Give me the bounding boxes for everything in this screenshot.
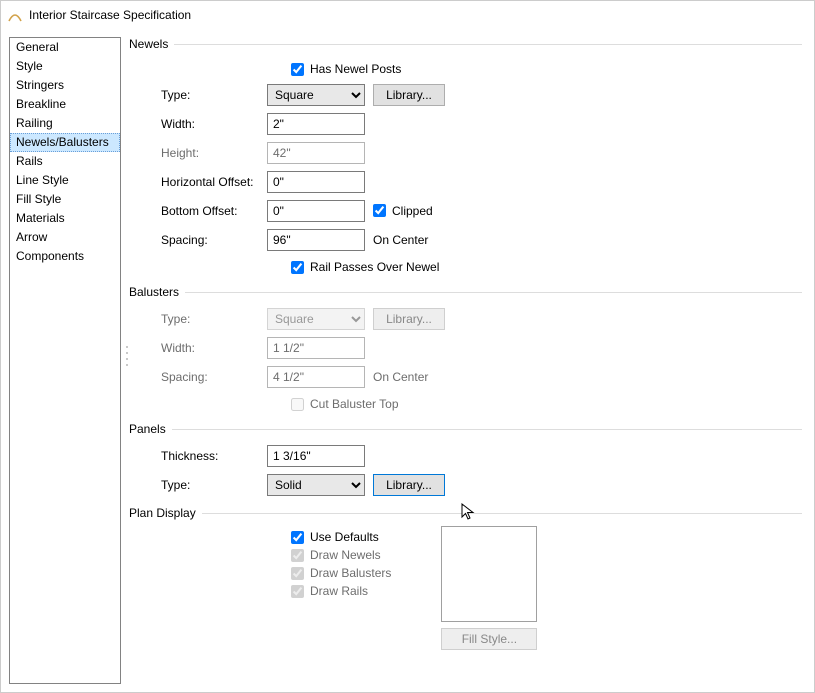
checkbox-label: Draw Newels [310, 548, 381, 562]
use-defaults-checkbox[interactable]: Use Defaults [291, 530, 391, 544]
checkbox-label: Draw Balusters [310, 566, 391, 580]
fill-style-button: Fill Style... [441, 628, 537, 650]
baluster-type-library-button: Library... [373, 308, 445, 330]
checkbox-input[interactable] [291, 63, 304, 76]
group-plan-display: Plan Display Use Defaults Draw Newels [129, 506, 802, 650]
group-newels: Newels Has Newel Posts Type: Square [129, 37, 802, 279]
sidebar-item-label: General [16, 40, 59, 54]
sidebar-item-arrow[interactable]: Arrow [10, 228, 120, 247]
group-title: Newels [129, 37, 168, 51]
cut-baluster-top-checkbox: Cut Baluster Top [291, 397, 399, 411]
checkbox-label: Use Defaults [310, 530, 379, 544]
field-label: Bottom Offset: [129, 204, 259, 218]
category-sidebar[interactable]: General Style Stringers Breakline Railin… [9, 37, 121, 684]
panel-thickness-input[interactable] [267, 445, 365, 467]
newel-height-input [267, 142, 365, 164]
divider [202, 513, 802, 514]
divider [174, 44, 802, 45]
sidebar-item-label: Fill Style [16, 192, 61, 206]
checkbox-input [291, 585, 304, 598]
plan-preview [441, 526, 537, 622]
checkbox-label: Draw Rails [310, 584, 368, 598]
field-label: Type: [129, 478, 259, 492]
sidebar-item-label: Rails [16, 154, 43, 168]
sidebar-item-rails[interactable]: Rails [10, 152, 120, 171]
panel-type-library-button[interactable]: Library... [373, 474, 445, 496]
sidebar-item-fill-style[interactable]: Fill Style [10, 190, 120, 209]
checkbox-input [291, 398, 304, 411]
app-icon [7, 7, 23, 23]
draw-newels-checkbox: Draw Newels [291, 548, 391, 562]
group-title: Plan Display [129, 506, 196, 520]
checkbox-input[interactable] [291, 531, 304, 544]
titlebar: Interior Staircase Specification [1, 1, 814, 29]
baluster-spacing-input [267, 366, 365, 388]
divider [185, 292, 802, 293]
splitter-grip[interactable] [124, 346, 130, 366]
newel-bottom-offset-input[interactable] [267, 200, 365, 222]
sidebar-item-newels-balusters[interactable]: Newels/Balusters [10, 133, 120, 152]
checkbox-input [291, 549, 304, 562]
baluster-width-input [267, 337, 365, 359]
sidebar-item-label: Components [16, 249, 84, 263]
checkbox-input[interactable] [291, 261, 304, 274]
sidebar-item-materials[interactable]: Materials [10, 209, 120, 228]
sidebar-item-line-style[interactable]: Line Style [10, 171, 120, 190]
checkbox-label: Has Newel Posts [310, 62, 401, 76]
dialog-body: General Style Stringers Breakline Railin… [1, 29, 814, 692]
sidebar-item-label: Stringers [16, 78, 64, 92]
rail-passes-over-newel-checkbox[interactable]: Rail Passes Over Newel [291, 260, 439, 274]
group-title: Panels [129, 422, 166, 436]
checkbox-input [291, 567, 304, 580]
field-label: Spacing: [129, 233, 259, 247]
sidebar-item-label: Breakline [16, 97, 66, 111]
sidebar-item-style[interactable]: Style [10, 57, 120, 76]
baluster-type-combo: Square [267, 308, 365, 330]
sidebar-item-general[interactable]: General [10, 38, 120, 57]
sidebar-item-label: Line Style [16, 173, 69, 187]
newel-type-library-button[interactable]: Library... [373, 84, 445, 106]
field-label: Width: [129, 341, 259, 355]
draw-balusters-checkbox: Draw Balusters [291, 566, 391, 580]
group-balusters: Balusters Type: Square Library... Width: [129, 285, 802, 416]
sidebar-item-label: Style [16, 59, 43, 73]
checkbox-label: Clipped [392, 204, 433, 218]
field-label: Type: [129, 312, 259, 326]
draw-rails-checkbox: Draw Rails [291, 584, 391, 598]
suffix-label: On Center [373, 233, 428, 247]
checkbox-label: Rail Passes Over Newel [310, 260, 439, 274]
sidebar-item-label: Railing [16, 116, 53, 130]
sidebar-item-stringers[interactable]: Stringers [10, 76, 120, 95]
suffix-label: On Center [373, 370, 428, 384]
sidebar-item-railing[interactable]: Railing [10, 114, 120, 133]
sidebar-item-label: Materials [16, 211, 65, 225]
newel-type-combo[interactable]: Square [267, 84, 365, 106]
divider [172, 429, 802, 430]
dialog-window: Interior Staircase Specification General… [0, 0, 815, 693]
sidebar-item-label: Newels/Balusters [16, 135, 109, 149]
group-title: Balusters [129, 285, 179, 299]
sidebar-item-components[interactable]: Components [10, 247, 120, 266]
window-title: Interior Staircase Specification [29, 8, 191, 22]
panel-type-combo[interactable]: Solid [267, 474, 365, 496]
checkbox-label: Cut Baluster Top [310, 397, 399, 411]
clipped-checkbox[interactable]: Clipped [373, 204, 433, 218]
field-label: Type: [129, 88, 259, 102]
sidebar-item-breakline[interactable]: Breakline [10, 95, 120, 114]
field-label: Width: [129, 117, 259, 131]
field-label: Thickness: [129, 449, 259, 463]
group-panels: Panels Thickness: Type: Solid Library... [129, 422, 802, 500]
field-label: Spacing: [129, 370, 259, 384]
sidebar-item-label: Arrow [16, 230, 47, 244]
newel-horizontal-offset-input[interactable] [267, 171, 365, 193]
field-label: Horizontal Offset: [129, 175, 259, 189]
field-label: Height: [129, 146, 259, 160]
checkbox-input[interactable] [373, 204, 386, 217]
has-newel-posts-checkbox[interactable]: Has Newel Posts [291, 62, 401, 76]
newel-width-input[interactable] [267, 113, 365, 135]
content-panel: Newels Has Newel Posts Type: Square [129, 37, 806, 684]
newel-spacing-input[interactable] [267, 229, 365, 251]
